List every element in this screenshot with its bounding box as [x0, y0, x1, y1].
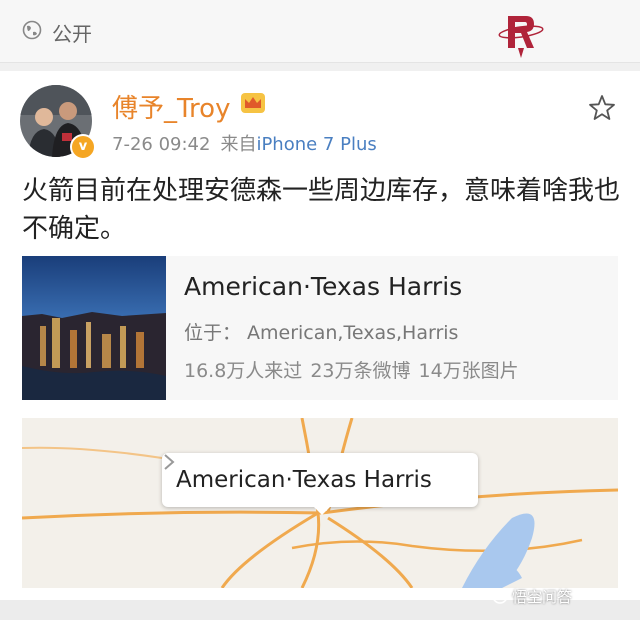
place-thumbnail: [22, 256, 166, 400]
globe-icon: [22, 20, 42, 40]
visibility-label[interactable]: 公开: [52, 18, 92, 47]
location-value: American,Texas,Harris: [247, 322, 459, 344]
place-stats: 16.8万人来过 23万条微博 14万张图片: [184, 356, 527, 383]
post-text: 火箭目前在处理安德森一些周边库存，意味着啥我也不确定。: [22, 176, 621, 244]
place-card[interactable]: American·Texas Harris 位于： American,Texas,…: [22, 256, 618, 400]
visitors-count: 16.8万人来过: [184, 360, 303, 382]
star-icon[interactable]: [588, 94, 616, 122]
map-location-label[interactable]: American·Texas Harris: [162, 453, 478, 507]
crown-icon: [241, 93, 265, 113]
place-name: American·Texas Harris: [184, 272, 463, 301]
author-name[interactable]: 傅予_Troy: [112, 88, 230, 125]
location-label: 位于：: [184, 322, 242, 344]
post-time: 7-26 09:42: [112, 134, 211, 155]
post-meta: 7-26 09:42 来自iPhone 7 Plus: [112, 130, 377, 156]
map-label-pointer: [312, 505, 332, 515]
rockets-logo: [498, 16, 544, 58]
source-prefix: 来自: [220, 134, 257, 155]
place-location: 位于： American,Texas,Harris: [184, 318, 458, 345]
map[interactable]: American·Texas Harris: [22, 418, 618, 588]
verified-v-icon: v: [70, 134, 96, 160]
device-link[interactable]: iPhone 7 Plus: [256, 134, 376, 155]
section-divider: [0, 63, 640, 71]
top-bar: 公开: [0, 0, 640, 63]
wukong-icon: [492, 588, 508, 604]
map-label-text: American·Texas Harris: [176, 467, 432, 493]
photo-count: 14万张图片: [418, 360, 519, 382]
chevron-right-icon: [164, 454, 175, 470]
watermark: 悟空问答: [512, 588, 573, 606]
weibo-count: 23万条微博: [310, 360, 411, 382]
